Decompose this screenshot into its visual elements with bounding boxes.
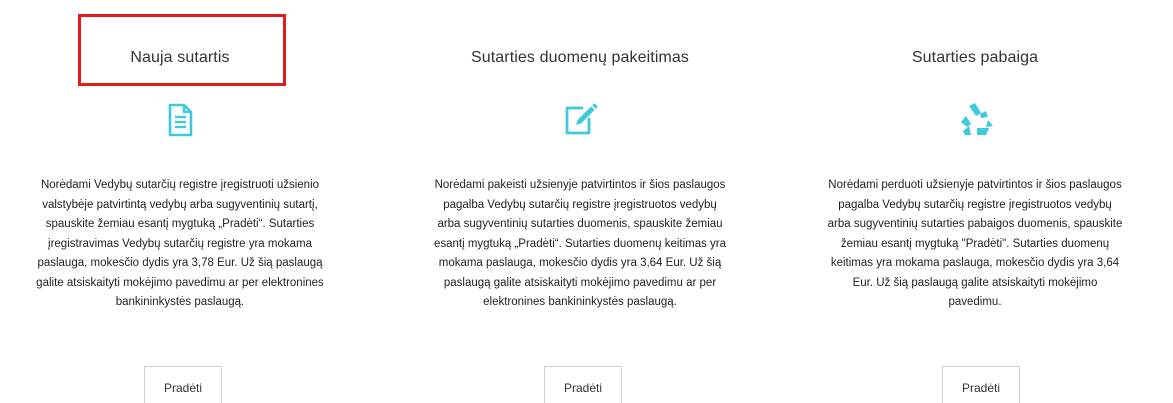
description-line: Norėdami Vedybų sutarčių registre įregis…: [40, 179, 320, 191]
services-page: Nauja sutartis Norėdami Vedybų sutarčių …: [0, 0, 1173, 403]
recycle-icon: [795, 100, 1155, 140]
description-line: Norėdami pakeisti užsienyje patvirtintos…: [434, 179, 726, 191]
start-button[interactable]: Pradėti: [144, 366, 222, 403]
description-line: esantį mygtuką „Pradėti“. Sutarties duom…: [433, 237, 727, 250]
service-description: Norėdami perduoti užsienyje patvirtintos…: [795, 176, 1155, 313]
start-button[interactable]: Pradėti: [544, 366, 622, 403]
description-line: mokama paslauga, mokesčio dydis yra 3,64…: [438, 257, 722, 269]
service-description: Norėdami Vedybų sutarčių registre įregis…: [0, 176, 360, 313]
service-title: Sutarties duomenų pakeitimas: [470, 49, 690, 66]
service-title: Sutarties pabaiga: [911, 49, 1039, 66]
description-line: galite atsiskaityti mokėjimo pavedimu ar…: [36, 276, 324, 289]
description-line: pavedimu.: [948, 296, 1002, 308]
description-line: paslauga, mokesčio dydis yra 3,78 Eur. U…: [37, 257, 323, 269]
description-line: pagalba Vedybų sutarčių registre įregist…: [443, 198, 717, 211]
edit-icon: [400, 100, 760, 140]
description-line: arba sugyventinių sutarties duomenis, sp…: [437, 218, 723, 230]
service-description: Norėdami pakeisti užsienyje patvirtintos…: [400, 176, 760, 313]
description-line: įregistravimas Vedybų sutarčių registre …: [48, 237, 312, 250]
description-line: pagalba Vedybų sutarčių registre įregist…: [838, 198, 1112, 211]
description-line: keitimas yra mokama paslauga, mokesčio d…: [830, 257, 1120, 269]
service-card-new-contract: Nauja sutartis Norėdami Vedybų sutarčių …: [0, 0, 360, 403]
description-line: žemiau esantį mygtuką "Pradėti". Sutarti…: [840, 237, 1110, 250]
start-button[interactable]: Pradėti: [942, 366, 1020, 403]
description-line: elektronines bankininkystės paslaugą.: [483, 296, 677, 308]
description-line: bankininkystės paslaugą.: [115, 296, 245, 308]
description-line: paslaugą galite atsiskaityti mokėjimo pa…: [443, 276, 717, 289]
description-line: arba sugyventinių sutarties pabaigos duo…: [827, 218, 1123, 230]
description-line: Eur. Už šią paslaugą galite atsiskaityti…: [852, 276, 1098, 289]
service-card-contract-end: Sutarties pabaiga Norėdami perduoti užsi…: [795, 0, 1155, 403]
description-line: spauskite žemiau esantį mygtuką „Pradėti…: [45, 218, 315, 230]
description-line: Norėdami perduoti užsienyje patvirtintos…: [828, 179, 1122, 191]
description-line: valstybėje patvirtintą vedybų arba sugyv…: [42, 198, 318, 211]
document-icon: [0, 100, 360, 140]
service-card-contract-change: Sutarties duomenų pakeitimas Norėdami pa…: [400, 0, 760, 403]
service-title: Nauja sutartis: [130, 49, 230, 66]
